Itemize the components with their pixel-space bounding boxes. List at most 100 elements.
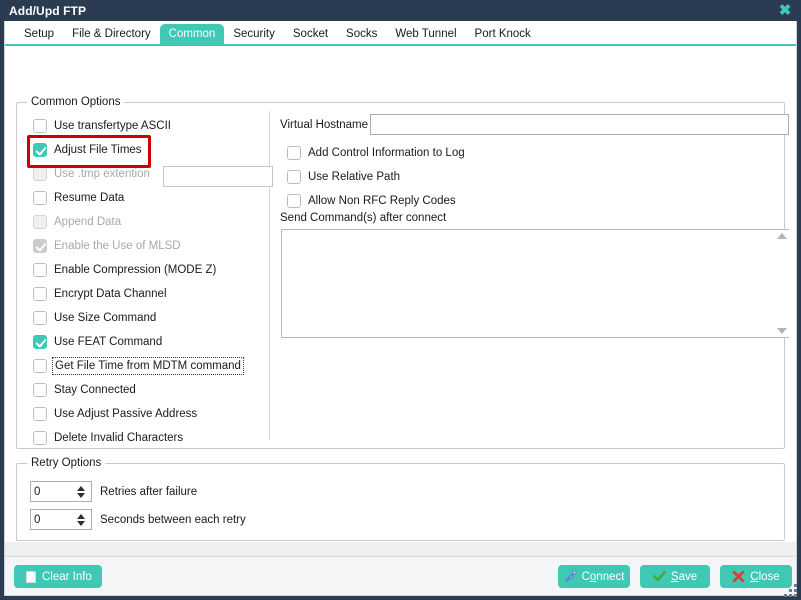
tab-web-tunnel[interactable]: Web Tunnel [386,24,465,45]
checkbox-label: Use Size Command [54,312,157,324]
retry-label: Seconds between each retry [100,514,246,526]
retry-options-group: Retry Options Retries after failure Secon… [16,457,785,541]
checkbox-row[interactable]: Resume Data [33,189,124,207]
scroll-down-icon[interactable] [776,328,787,334]
checkbox-delete-invalid-characters[interactable] [33,431,47,445]
checkbox-row[interactable]: Add Control Information to Log [287,144,465,162]
virtual-hostname-label: Virtual Hostname [280,119,368,131]
tmp-extension-input[interactable] [163,166,273,187]
checkbox-row[interactable]: Use Size Command [33,309,156,327]
checkbox-row[interactable]: Allow Non RFC Reply Codes [287,192,456,210]
checkbox-row[interactable]: Get File Time from MDTM command [33,357,244,375]
checkbox-row[interactable]: Stay Connected [33,381,136,399]
checkbox-label: Get File Time from MDTM command [52,357,244,375]
resize-grip[interactable] [784,584,797,597]
checkbox-label: Encrypt Data Channel [54,288,167,300]
checkbox-label: Append Data [54,216,122,228]
tab-socks[interactable]: Socks [337,24,386,45]
checkbox-get-file-time-from-mdtm-command[interactable] [33,359,47,373]
checkbox-label: Use Adjust Passive Address [54,408,198,420]
checkbox-label: Resume Data [54,192,125,204]
checkbox-label: Stay Connected [54,384,136,396]
retry-options-legend: Retry Options [27,457,106,469]
spinner-down-icon[interactable] [76,492,85,498]
checkbox-row[interactable]: Adjust File Times [33,141,142,159]
tab-common[interactable]: Common [159,24,225,45]
spinner-up-icon[interactable] [76,485,85,491]
tab-bar: Setup File & Directory Common Security Socke… [5,21,796,46]
checkbox-use-transfertype-ascii[interactable] [33,119,47,133]
window-title: Add/Upd FTP [9,3,87,18]
save-button[interactable]: Save [640,565,710,588]
connect-button[interactable]: Connect [558,565,630,588]
virtual-hostname-input[interactable] [370,114,789,135]
checkbox-use-relative-path[interactable] [287,170,301,184]
checkbox-append-data [33,215,47,229]
send-commands-label: Send Command(s) after connect [280,212,447,224]
tab-security[interactable]: Security [224,24,284,45]
checkbox-enable-compression-mode-z-[interactable] [33,263,47,277]
window-close-icon[interactable]: ✖ [777,3,793,19]
dialog-footer: Clear Info Connect Save Close [5,556,796,595]
spinner-buttons[interactable] [73,510,91,529]
retry-label: Retries after failure [100,486,198,498]
tab-setup[interactable]: Setup [15,24,63,45]
dialog-client-area: Setup File & Directory Common Security Socke… [4,21,797,596]
checkbox-label: Delete Invalid Characters [54,432,184,444]
checkbox-row[interactable]: Use transfertype ASCII [33,117,171,135]
checkbox-row[interactable]: Use Relative Path [287,168,400,186]
column-divider [269,111,270,440]
checkbox-row[interactable]: Use Adjust Passive Address [33,405,197,423]
retry-spinbox[interactable] [30,481,92,502]
checkbox-use-adjust-passive-address[interactable] [33,407,47,421]
checkbox-label: Add Control Information to Log [308,147,465,159]
checkbox-use-size-command[interactable] [33,311,47,325]
checkbox-label: Use transfertype ASCII [54,120,171,132]
clear-info-label: Clear Info [42,570,92,583]
retry-value-input[interactable] [31,482,73,501]
spinner-buttons[interactable] [73,482,91,501]
checkbox-row[interactable]: Use FEAT Command [33,333,162,351]
checkbox-label: Use .tmp extention [54,168,150,180]
close-button[interactable]: Close [720,565,792,588]
title-bar: Add/Upd FTP ✖ [0,0,801,21]
spinner-down-icon[interactable] [76,520,85,526]
checkbox-label: Enable the Use of MLSD [54,240,181,252]
checkbox-use-feat-command[interactable] [33,335,47,349]
checkmark-icon [653,570,666,583]
checkbox-allow-non-rfc-reply-codes[interactable] [287,194,301,208]
checkbox-add-control-information-to-log[interactable] [287,146,301,160]
checkbox-label: Adjust File Times [54,144,142,156]
checkbox-row[interactable]: Delete Invalid Characters [33,429,183,447]
tab-socket[interactable]: Socket [284,24,337,45]
checkbox-row[interactable]: Use .tmp extention [33,165,150,183]
checkbox-label: Enable Compression (MODE Z) [54,264,217,276]
common-options-group: Common Options Use transfertype ASCII Adj… [16,96,789,449]
page-filler [5,542,796,556]
tab-panel-common: Common Options Use transfertype ASCII Adj… [5,46,796,542]
retry-spinbox[interactable] [30,509,92,530]
checkbox-label: Allow Non RFC Reply Codes [308,195,456,207]
checkbox-enable-the-use-of-mlsd [33,239,47,253]
send-commands-scrollbar[interactable] [774,230,789,337]
checkbox-row[interactable]: Enable the Use of MLSD [33,237,181,255]
dialog-window: Add/Upd FTP ✖ Setup File & Directory Commo… [0,0,801,600]
tab-file-directory[interactable]: File & Directory [63,24,160,45]
checkbox-row[interactable]: Enable Compression (MODE Z) [33,261,216,279]
checkbox-stay-connected[interactable] [33,383,47,397]
plug-icon [564,570,577,583]
x-icon [732,570,745,583]
checkbox-resume-data[interactable] [33,191,47,205]
send-commands-textarea[interactable] [281,229,789,338]
spinner-up-icon[interactable] [76,513,85,519]
checkbox-row[interactable]: Encrypt Data Channel [33,285,167,303]
checkbox-adjust-file-times[interactable] [33,143,47,157]
common-options-legend: Common Options [27,96,125,108]
checkbox-encrypt-data-channel[interactable] [33,287,47,301]
connect-label: Connect [581,570,625,583]
retry-value-input[interactable] [31,510,73,529]
checkbox-row[interactable]: Append Data [33,213,121,231]
tab-port-knock[interactable]: Port Knock [466,24,540,45]
scroll-up-icon[interactable] [776,233,787,239]
clear-info-button[interactable]: Clear Info [14,565,102,588]
